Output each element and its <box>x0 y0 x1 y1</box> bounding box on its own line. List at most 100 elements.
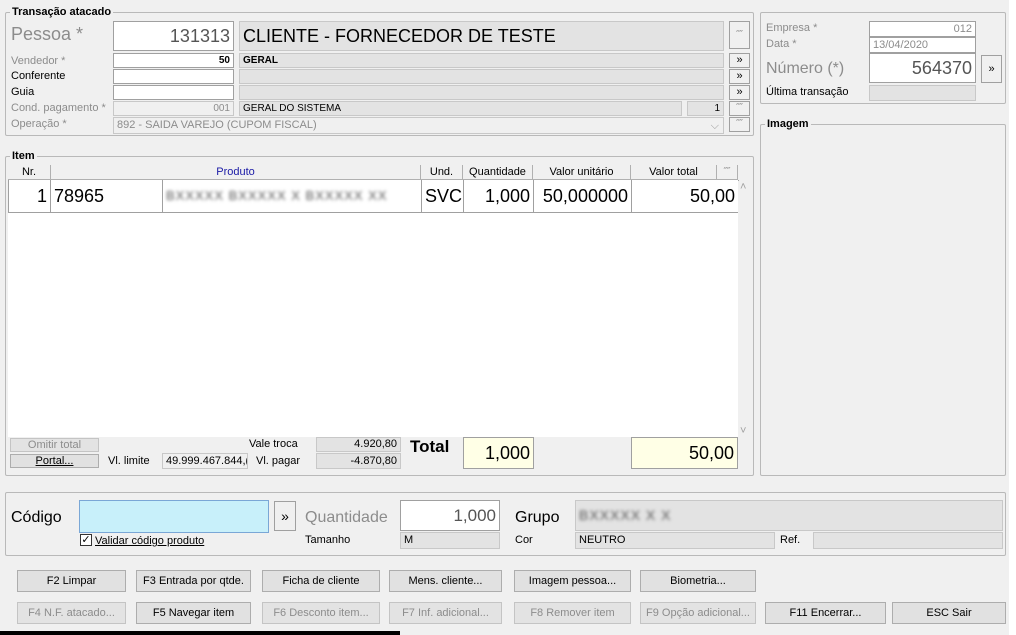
f3-entrada-qtde-button[interactable]: F3 Entrada por qtde. <box>136 570 251 592</box>
f11-encerrar-button[interactable]: F11 Encerrar... <box>765 602 886 624</box>
f4-nf-atacado-button[interactable]: F4 N.F. atacado... <box>17 602 126 624</box>
item-grid: Nr. Produto Und. Quantidade Valor unitár… <box>8 165 739 437</box>
cond-pagamento-num-field: 1 <box>687 101 724 116</box>
cond-pagamento-pin-button[interactable]: ⁗ <box>729 101 750 116</box>
cor-label: Cor <box>515 534 533 546</box>
conferente-label: Conferente <box>11 70 66 82</box>
cond-pagamento-label: Cond. pagamento * <box>11 102 106 114</box>
cell-codigo: 78965 <box>51 180 163 213</box>
col-valor-total[interactable]: Valor total <box>631 165 717 180</box>
conferente-field[interactable] <box>113 69 234 84</box>
guia-label: Guia <box>11 86 35 98</box>
total-label: Total <box>410 437 450 456</box>
conferente-more-button[interactable]: » <box>729 69 750 84</box>
numero-more-button[interactable]: » <box>981 55 1002 83</box>
imagem-title: Imagem <box>765 118 811 130</box>
biometria-button[interactable]: Biometria... <box>640 570 756 592</box>
window-right-edge <box>1009 0 1016 635</box>
cell-descricao: BXXXXX BXXXXX X BXXXXX XX <box>163 180 422 213</box>
table-row[interactable]: 1 78965 BXXXXX BXXXXX X BXXXXX XX SVC 1,… <box>8 180 739 213</box>
mens-cliente-button[interactable]: Mens. cliente... <box>389 570 502 592</box>
tamanho-field: M <box>400 532 500 549</box>
data-field[interactable]: 13/04/2020 <box>869 37 976 53</box>
cell-descricao-text: BXXXXX BXXXXX X BXXXXX XX <box>166 188 388 203</box>
validar-label-text: Validar código produto <box>95 535 205 547</box>
vale-troca-label: Vale troca <box>249 438 298 450</box>
quantidade-label: Quantidade <box>305 509 388 526</box>
total-valor-field: 50,00 <box>631 437 738 469</box>
grid-scrollbar[interactable]: ˄ ˅ <box>738 181 752 437</box>
vl-limite-field: 49.999.467.844,( <box>162 453 248 469</box>
vendedor-code-field[interactable]: 50 <box>113 53 234 68</box>
cond-pagamento-name-field: GERAL DO SISTEMA <box>239 101 682 116</box>
col-nr[interactable]: Nr. <box>8 165 51 180</box>
empresa-field[interactable]: 012 <box>869 21 976 37</box>
imagem-pessoa-button[interactable]: Imagem pessoa... <box>514 570 631 592</box>
portal-label: Portal... <box>35 455 74 467</box>
f9-opcao-adicional-button[interactable]: F9 Opção adicional... <box>640 602 756 624</box>
vl-limite-label: Vl. limite <box>108 455 150 467</box>
vl-pagar-field: -4.870,80 <box>316 453 401 469</box>
validar-checkbox[interactable]: ✓ <box>80 534 92 546</box>
cell-valor-unitario: 50,000000 <box>534 180 632 213</box>
operacao-pin-button[interactable]: ⁗ <box>729 117 750 132</box>
grupo-field-text: BXXXXX X X <box>579 507 672 523</box>
cell-nr: 1 <box>9 180 51 213</box>
ref-field <box>813 532 1003 549</box>
omitir-total-button[interactable]: Omitir total <box>10 438 99 452</box>
col-valor-unitario[interactable]: Valor unitário <box>533 165 631 180</box>
data-label: Data * <box>766 38 797 50</box>
pessoa-label: Pessoa * <box>11 24 84 44</box>
transacao-title: Transação atacado <box>10 6 114 18</box>
grid-body[interactable] <box>8 213 738 437</box>
total-quantidade-field: 1,000 <box>463 437 534 469</box>
cond-pagamento-code-field: 001 <box>113 101 234 116</box>
validar-label: Validar código produto <box>95 535 204 547</box>
esc-sair-button[interactable]: ESC Sair <box>892 602 1006 624</box>
tamanho-label: Tamanho <box>305 534 351 546</box>
window: { "transacao": { "title": "Transação ata… <box>0 0 1016 635</box>
f2-limpar-button[interactable]: F2 Limpar <box>17 570 126 592</box>
operacao-value: 892 - SAIDA VAREJO (CUPOM FISCAL) <box>117 119 317 131</box>
grid-pin-icon[interactable]: ⁗ <box>717 165 738 180</box>
f6-desconto-item-button[interactable]: F6 Desconto item... <box>262 602 380 624</box>
col-produto[interactable]: Produto <box>51 165 421 180</box>
grupo-field: BXXXXX X X <box>575 500 1003 531</box>
numero-field[interactable]: 564370 <box>869 53 976 83</box>
f7-inf-adicional-button[interactable]: F7 Inf. adicional... <box>389 602 502 624</box>
vendedor-more-button[interactable]: » <box>729 53 750 68</box>
scroll-down-icon[interactable]: ˅ <box>740 425 746 437</box>
pessoa-code-field[interactable]: 131313 <box>113 21 234 51</box>
empresa-label: Empresa * <box>766 22 818 34</box>
ultima-transacao-field <box>869 85 976 101</box>
grupo-label: Grupo <box>515 509 560 526</box>
cell-und: SVC <box>422 180 464 213</box>
cell-valor-total: 50,00 <box>632 180 739 213</box>
imagem-group: Imagem <box>760 118 1006 476</box>
ficha-cliente-button[interactable]: Ficha de cliente <box>262 570 380 592</box>
f8-remover-item-button[interactable]: F8 Remover item <box>514 602 631 624</box>
guia-more-button[interactable]: » <box>729 85 750 100</box>
codigo-label: Código <box>11 509 62 526</box>
pessoa-pin-button[interactable]: ⁗ <box>729 21 750 49</box>
grid-header: Nr. Produto Und. Quantidade Valor unitár… <box>8 165 738 180</box>
f5-navegar-item-button[interactable]: F5 Navegar item <box>136 602 251 624</box>
quantidade-input[interactable]: 1,000 <box>400 500 500 531</box>
operacao-label: Operação * <box>11 118 67 130</box>
numero-label: Número (*) <box>766 60 845 77</box>
operacao-select[interactable]: 892 - SAIDA VAREJO (CUPOM FISCAL) ⌵ <box>113 117 724 134</box>
ref-label: Ref. <box>780 534 801 546</box>
col-quantidade[interactable]: Quantidade <box>463 165 533 180</box>
conferente-name-field <box>239 69 724 84</box>
guia-field[interactable] <box>113 85 234 100</box>
codigo-input[interactable] <box>79 500 269 533</box>
vale-troca-field: 4.920,80 <box>316 437 401 452</box>
chevron-down-icon: ⌵ <box>710 120 719 132</box>
scroll-up-icon[interactable]: ˄ <box>740 181 746 193</box>
vendedor-name-field: GERAL <box>239 53 724 68</box>
window-bottom-edge <box>0 631 400 635</box>
guia-name-field <box>239 85 724 100</box>
portal-button[interactable]: Portal... <box>10 454 99 468</box>
col-und[interactable]: Und. <box>421 165 463 180</box>
codigo-more-button[interactable]: » <box>274 501 296 531</box>
